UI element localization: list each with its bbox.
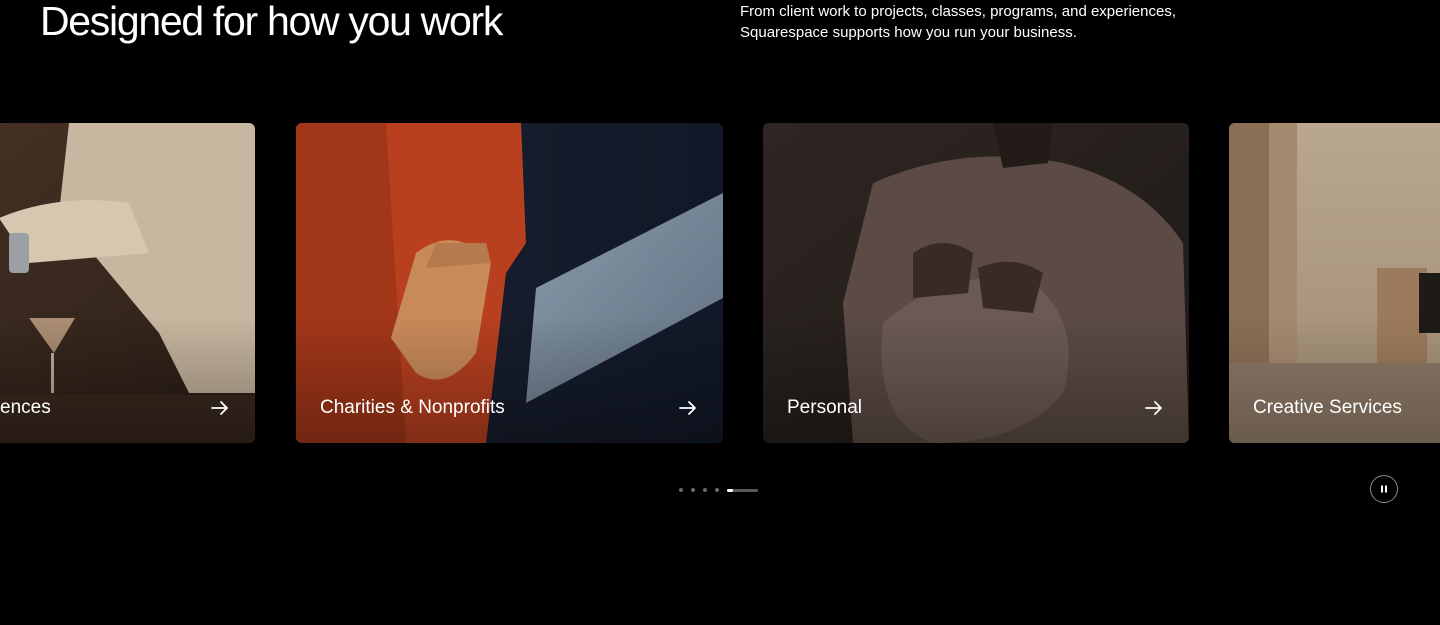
carousel-pagination xyxy=(679,487,758,493)
card-image-beige-room xyxy=(1229,123,1440,443)
arrow-right-icon xyxy=(679,401,696,415)
pause-button[interactable] xyxy=(1370,475,1398,503)
arrow-right-icon xyxy=(1145,401,1162,415)
card-personal[interactable]: Personal xyxy=(763,123,1189,443)
card-label: Personal xyxy=(787,397,862,418)
section-headline: Designed for how you work xyxy=(40,0,503,44)
pagination-dot[interactable] xyxy=(679,488,683,492)
arrow-right-icon xyxy=(211,401,228,415)
pagination-progress-fill xyxy=(727,488,734,492)
card-label: Charities & Nonprofits xyxy=(320,397,505,418)
pagination-dot[interactable] xyxy=(715,488,719,492)
card-label: ences xyxy=(0,397,51,418)
pagination-dot[interactable] xyxy=(703,488,707,492)
card-charities-nonprofits[interactable]: Charities & Nonprofits xyxy=(296,123,723,443)
category-carousel: ences Charities & Nonprofits Personal Cr… xyxy=(0,123,1440,443)
card-label: Creative Services xyxy=(1253,397,1402,418)
pagination-dot[interactable] xyxy=(691,488,695,492)
card-image-bartender xyxy=(0,123,255,443)
section-subcopy: From client work to projects, classes, p… xyxy=(740,3,1177,41)
card-image-person-bag xyxy=(763,123,1189,443)
card-creative-services[interactable]: Creative Services xyxy=(1229,123,1440,443)
card-image-orange-glove xyxy=(296,123,723,443)
card-experiences[interactable]: ences xyxy=(0,123,255,443)
pagination-dot-active[interactable] xyxy=(727,488,758,492)
pause-icon xyxy=(1381,485,1387,493)
